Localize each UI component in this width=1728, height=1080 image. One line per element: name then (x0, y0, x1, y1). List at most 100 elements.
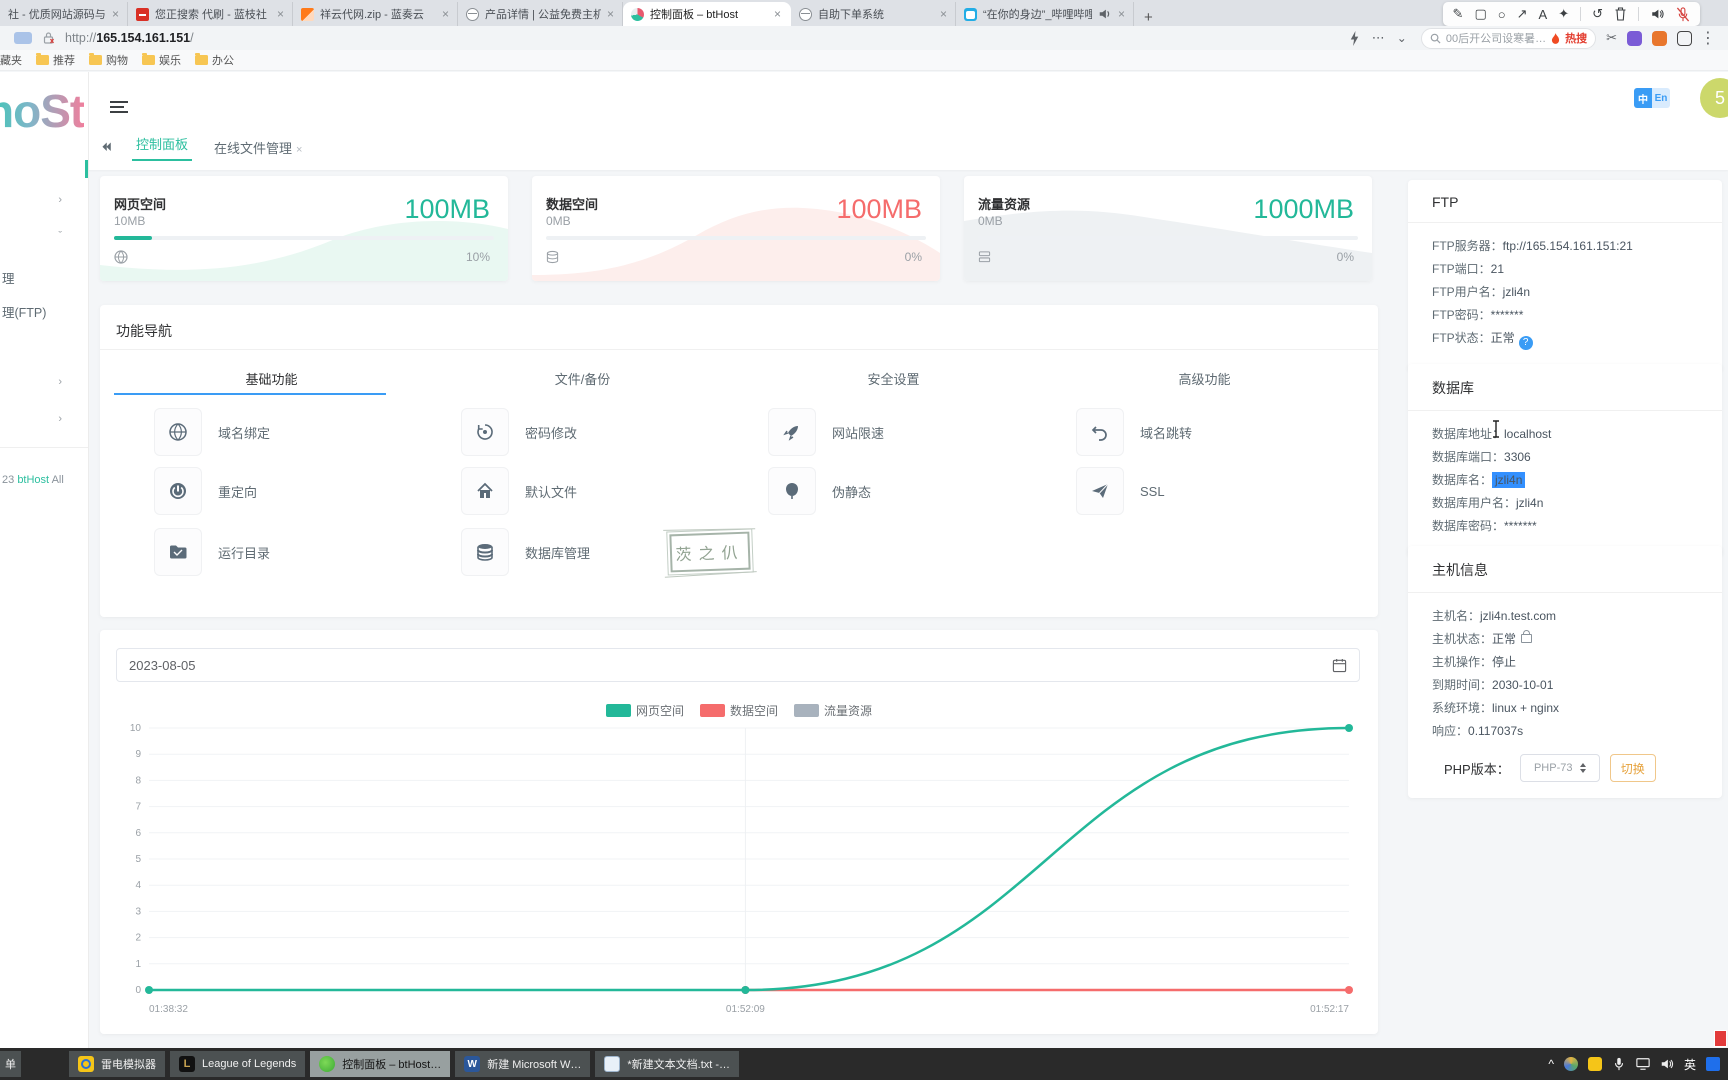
tray-blue-icon[interactable] (1706, 1057, 1720, 1071)
tab-close-icon[interactable]: × (112, 8, 119, 20)
insecure-lock-icon[interactable] (42, 31, 55, 45)
tab-close-icon[interactable]: × (442, 8, 449, 20)
new-tab-button[interactable]: + (1134, 9, 1163, 26)
sidebar-chevron-icon[interactable]: › (58, 376, 62, 388)
orange-extension-icon[interactable] (1652, 31, 1667, 46)
sidebar-chevron-icon[interactable]: › (58, 413, 62, 425)
sidebar-item-ftp-manager[interactable]: 理(FTP) (2, 302, 46, 321)
nav-item-domain-bind[interactable]: 域名绑定 (154, 408, 270, 456)
bookmark-item[interactable]: 藏夹 (0, 52, 22, 68)
tab-close-icon[interactable]: × (296, 144, 302, 156)
hamburger-menu-icon[interactable] (110, 98, 128, 116)
nav-tab-basic[interactable]: 基础功能 (116, 369, 427, 388)
card-total-value: 1000MB (1253, 194, 1354, 225)
host-status-row: 主机状态：正常 (1432, 630, 1698, 648)
nav-item-run-directory[interactable]: 运行目录 (154, 528, 270, 576)
tray-emulator-icon[interactable] (1588, 1057, 1602, 1071)
extension-icon[interactable] (14, 32, 32, 44)
nav-item-database-manage[interactable]: 数据库管理 (461, 528, 590, 576)
browser-tab-6[interactable]: 自助下单系统 × (791, 2, 956, 26)
tray-display-icon[interactable] (1636, 1057, 1650, 1071)
bookmark-folder[interactable]: 购物 (89, 52, 128, 68)
tray-volume-icon[interactable] (1660, 1057, 1674, 1071)
bookmark-folder[interactable]: 娱乐 (142, 52, 181, 68)
tray-app-icon[interactable] (1564, 1057, 1578, 1071)
arrow-icon[interactable]: ↗ (1517, 6, 1528, 22)
scissors-icon[interactable]: ✂ (1606, 30, 1617, 46)
legend-item-data[interactable]: 数据空间 (700, 702, 778, 719)
user-avatar[interactable]: 5 (1700, 78, 1728, 118)
nav-item-password-change[interactable]: 密码修改 (461, 408, 577, 456)
tab-file-manager[interactable]: 在线文件管理× (214, 138, 302, 157)
browser-search-box[interactable]: 00后开公司设寒暑… 热搜 (1421, 28, 1596, 49)
language-toggle[interactable]: 中 En (1634, 88, 1670, 108)
overflow-dots-icon[interactable]: ⋮ (1700, 28, 1716, 48)
taskbar-item-word[interactable]: W 新建 Microsoft W… (455, 1051, 590, 1077)
notification-icon[interactable] (1714, 1030, 1727, 1047)
tab-close-icon[interactable]: × (940, 8, 947, 20)
help-badge-icon[interactable]: ? (1519, 336, 1533, 350)
nav-tab-security[interactable]: 安全设置 (738, 369, 1049, 388)
browser-tab-2[interactable]: 您正搜索 代刷 - 蓝枝社 × (128, 2, 293, 26)
sidebar-item-file-manager[interactable]: 理 (2, 268, 15, 287)
lightning-icon[interactable] (1349, 31, 1360, 46)
text-tool-icon[interactable]: A (1539, 7, 1548, 22)
bookmark-folder[interactable]: 办公 (195, 52, 234, 68)
sidebar-chevron-down-icon[interactable]: ˇ (58, 230, 62, 242)
pencil-icon[interactable]: ✎ (1453, 6, 1464, 22)
more-tools-icon[interactable]: ⋯ (1372, 30, 1385, 46)
nav-tab-files[interactable]: 文件/备份 (427, 369, 738, 388)
browser-tab-7[interactable]: “在你的身边”_哔哩哔哩_b… × (956, 2, 1134, 26)
tab-close-icon[interactable]: × (1118, 8, 1125, 20)
legend-item-web[interactable]: 网页空间 (606, 702, 684, 719)
square-extension-icon[interactable] (1677, 31, 1692, 46)
tab-label: 控制面板 (136, 137, 188, 152)
collapse-tabs-icon[interactable]: ⏴⏴ (102, 140, 110, 155)
php-version-select[interactable]: PHP-73 (1520, 754, 1600, 782)
nav-item-speed-limit[interactable]: 网站限速 (768, 408, 884, 456)
speaker-icon[interactable] (1650, 7, 1665, 21)
nav-item-domain-redirect[interactable]: 域名跳转 (1076, 408, 1192, 456)
undo-icon[interactable]: ↺ (1592, 6, 1603, 22)
taskbar-item-notepad[interactable]: *新建文本文档.txt -… (595, 1051, 739, 1077)
date-picker-input[interactable]: 2023-08-05 (116, 648, 1360, 682)
tab-control-panel[interactable]: 控制面板 (136, 134, 188, 161)
collapse-chevron-icon[interactable]: ⌄ (1397, 31, 1407, 45)
tray-expand-icon[interactable]: ^ (1548, 1057, 1554, 1071)
circle-icon[interactable]: ○ (1498, 7, 1506, 22)
rectangle-icon[interactable]: ▢ (1474, 6, 1486, 22)
stop-action[interactable]: 停止 (1492, 655, 1516, 669)
tray-input-method[interactable]: 英 (1684, 1056, 1696, 1073)
wand-icon[interactable]: ✦ (1558, 6, 1569, 22)
taskbar-item-bthost[interactable]: 控制面板 – btHost… (310, 1051, 450, 1077)
nav-item-rewrite[interactable]: 伪静态 (768, 467, 871, 515)
browser-tab-active[interactable]: 控制面板 – btHost × (623, 2, 791, 26)
browser-tab-4[interactable]: 产品详情 | 公益免费主机互联 × (458, 2, 623, 26)
trash-icon[interactable] (1614, 7, 1627, 21)
taskbar-item-lol[interactable]: L League of Legends (170, 1051, 305, 1077)
legend-item-traffic[interactable]: 流量资源 (794, 702, 872, 719)
taskbar-label: 雷电模拟器 (101, 1056, 156, 1072)
taskbar-partial-item[interactable]: 单 (0, 1051, 21, 1077)
url-text[interactable]: http://165.154.161.151/ (65, 31, 194, 45)
nav-item-redirect[interactable]: 重定向 (154, 467, 257, 515)
browser-tab-1[interactable]: 社 - 优质网站源码与插… × (0, 2, 128, 26)
switch-php-button[interactable]: 切换 (1610, 754, 1656, 782)
nav-item-default-file[interactable]: 默认文件 (461, 467, 577, 515)
bthost-favicon (631, 8, 644, 21)
status-normal: 正常 (1491, 331, 1515, 345)
purple-extension-icon[interactable] (1627, 31, 1642, 46)
tab-close-icon[interactable]: × (774, 8, 781, 20)
bookmark-folder[interactable]: 推荐 (36, 52, 75, 68)
tray-mic-icon[interactable] (1612, 1057, 1626, 1071)
taskbar-item-emulator[interactable]: 雷电模拟器 (69, 1051, 165, 1077)
sidebar-chevron-icon[interactable]: › (58, 194, 62, 206)
nav-item-label: 重定向 (218, 482, 257, 501)
microphone-muted-icon[interactable] (1676, 7, 1690, 22)
globe-favicon (799, 8, 812, 21)
browser-tab-3[interactable]: 祥云代网.zip - 蓝奏云 × (293, 2, 458, 26)
nav-tab-advanced[interactable]: 高级功能 (1049, 369, 1360, 388)
nav-item-ssl[interactable]: SSL (1076, 467, 1165, 515)
tab-close-icon[interactable]: × (607, 8, 614, 20)
tab-close-icon[interactable]: × (277, 8, 284, 20)
